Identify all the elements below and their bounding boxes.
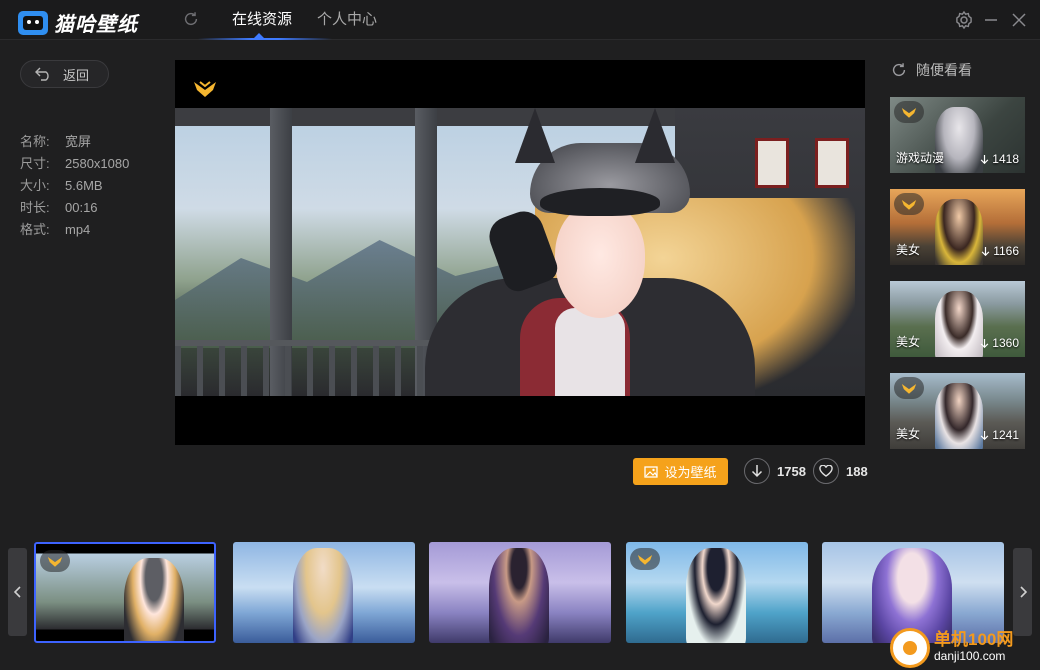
random-card-label: 美女 [896,427,921,441]
info-duration: 时长: 00:16 [20,200,98,215]
thumbnail[interactable] [626,542,808,643]
random-browse-header[interactable]: 随便看看 [890,60,972,80]
gear-icon[interactable] [954,10,974,30]
thumbnail[interactable] [429,542,611,643]
set-wallpaper-label: 设为壁纸 [664,465,717,480]
watermark-title: 单机100网 [934,630,1014,649]
download-button[interactable] [744,458,770,484]
strip-prev-button[interactable] [8,548,27,636]
tab-personal-center[interactable]: 个人中心 [317,0,377,40]
back-label: 返回 [63,67,90,83]
watermark-logo-icon [890,628,930,668]
image-icon [644,465,659,478]
title-bar: 猫哈壁纸 在线资源 个人中心 [0,0,1040,40]
minimize-icon[interactable] [981,10,1001,30]
back-arrow-icon [35,67,49,81]
random-card[interactable]: 美女 1241 [890,373,1025,449]
random-card[interactable]: 游戏动漫 1418 [890,97,1025,173]
app-logo: 猫哈壁纸 [18,8,138,37]
refresh-icon[interactable] [182,10,200,28]
app-title: 猫哈壁纸 [54,14,138,36]
random-card-count: 1360 [980,336,1019,350]
random-card-count: 1241 [980,428,1019,442]
thumbnail[interactable] [233,542,415,643]
site-watermark: 单机100网 danji100.com [890,628,1013,668]
thumbnail-selected[interactable] [34,542,216,643]
download-count: 1758 [777,463,806,479]
vip-badge-icon [40,550,70,572]
like-count: 188 [846,463,868,479]
tab-active-caret [253,33,265,39]
wallpaper-info: 名称: 宽屏 尺寸: 2580x1080 大小: 5.6MB 时长: 00:16 格式:… [20,131,129,241]
download-stat: 1758 [744,458,806,484]
set-wallpaper-button[interactable]: 设为壁纸 [633,458,728,485]
vip-badge-icon [630,548,660,570]
vip-badge-icon [194,81,216,97]
watermark-url: danji100.com [934,649,1006,663]
random-card[interactable]: 美女 1166 [890,189,1025,265]
info-filesize: 大小: 5.6MB [20,178,103,193]
tab-active-indicator [198,38,332,40]
refresh-icon [892,63,906,77]
random-card-label: 美女 [896,243,921,257]
chevron-left-icon [13,586,21,598]
preview-image [175,108,865,396]
vip-badge-icon [894,101,924,123]
info-size: 尺寸: 2580x1080 [20,156,130,171]
vip-badge-icon [894,377,924,399]
info-name: 名称: 宽屏 [20,134,92,149]
info-format: 格式: mp4 [20,222,91,237]
chevron-right-icon [1019,586,1027,598]
wallpaper-preview[interactable] [175,60,865,445]
like-stat: 188 [813,458,868,484]
close-icon[interactable] [1009,10,1029,30]
download-icon [751,465,763,478]
random-card-count: 1418 [980,152,1019,166]
heart-icon [819,465,833,477]
strip-next-button[interactable] [1013,548,1032,636]
random-browse-title: 随便看看 [916,62,972,78]
random-card[interactable]: 美女 1360 [890,281,1025,357]
cat-logo-icon [18,10,48,35]
random-card-label: 游戏动漫 [896,151,945,165]
random-card-count: 1166 [981,244,1019,258]
vip-badge-icon [894,193,924,215]
back-button[interactable]: 返回 [20,60,109,88]
random-card-label: 美女 [896,335,921,349]
like-button[interactable] [813,458,839,484]
